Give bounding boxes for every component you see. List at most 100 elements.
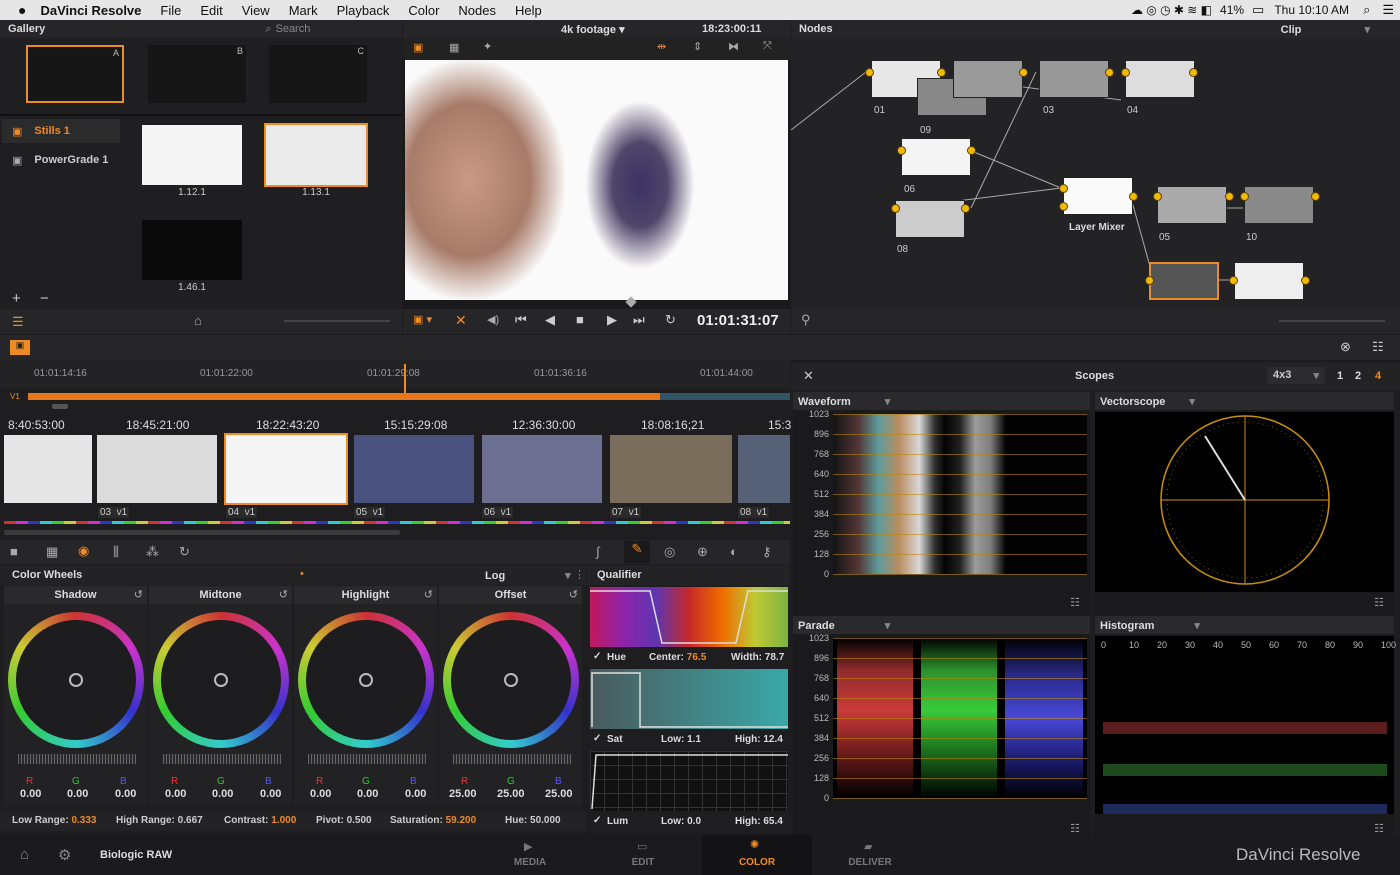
- color-match-icon[interactable]: ▦: [46, 544, 58, 560]
- tracker-icon[interactable]: ⊕: [697, 544, 708, 560]
- sat-low-value[interactable]: 1.1: [687, 734, 701, 745]
- pivot-value[interactable]: 0.500: [347, 815, 372, 826]
- still-slot-b[interactable]: B: [148, 45, 246, 103]
- spotlight-icon[interactable]: ⌕: [1363, 2, 1370, 18]
- blur-icon[interactable]: ◐: [730, 544, 738, 559]
- loop-button[interactable]: ↻: [665, 312, 676, 328]
- menu-mark[interactable]: Mark: [289, 3, 318, 18]
- highlight-g-value[interactable]: 0.00: [357, 788, 378, 800]
- scope-page-2[interactable]: 2: [1355, 370, 1361, 382]
- curves-icon[interactable]: ∫: [596, 544, 600, 559]
- shuffle-icon[interactable]: ✕: [455, 312, 467, 329]
- clip-thumb-4[interactable]: [354, 435, 474, 503]
- clip-thumb-5[interactable]: [482, 435, 602, 503]
- node-08[interactable]: [895, 200, 965, 238]
- stop-button[interactable]: ■: [576, 312, 584, 327]
- hue-value[interactable]: 50.000: [530, 815, 561, 826]
- clip-thumb-6[interactable]: [610, 435, 732, 503]
- viewer-layout-icon[interactable]: ▣: [413, 41, 423, 54]
- motion-effects-icon[interactable]: ⁂: [146, 544, 159, 560]
- scope-page-1[interactable]: 1: [1337, 370, 1343, 382]
- timeline-scroll[interactable]: [52, 404, 68, 409]
- album-powergrade-1[interactable]: ▣ PowerGrade 1: [2, 148, 120, 172]
- shadow-b-value[interactable]: 0.00: [115, 788, 136, 800]
- split-icon[interactable]: ⇹: [657, 40, 666, 53]
- still-thumb-3[interactable]: [142, 220, 242, 280]
- wheel-mode-dropdown[interactable]: Log ▾: [485, 569, 571, 582]
- menu-edit[interactable]: Edit: [200, 3, 222, 18]
- tab-color[interactable]: ✺ COLOR: [702, 835, 812, 875]
- wheel-shadow-slider[interactable]: [18, 754, 136, 764]
- lightbox-icon[interactable]: ☷: [1372, 339, 1384, 355]
- hue-center-value[interactable]: 76.5: [687, 652, 706, 663]
- qualifier-icon[interactable]: ✎: [624, 541, 650, 563]
- go-end-button[interactable]: ⏭: [633, 312, 645, 328]
- reset-offset-icon[interactable]: ↺: [569, 588, 578, 601]
- grab-still-icon[interactable]: ⌂: [194, 313, 202, 328]
- key-icon[interactable]: ⚷: [762, 544, 772, 560]
- tab-deliver[interactable]: ▰ DELIVER: [820, 835, 920, 875]
- list-view-icon[interactable]: ☰: [12, 314, 24, 330]
- clip-thumb-2[interactable]: [97, 435, 217, 503]
- album-stills-1[interactable]: ▣ Stills 1: [2, 119, 120, 143]
- add-album-button[interactable]: +: [12, 290, 21, 307]
- node-06[interactable]: [901, 138, 971, 176]
- clip-thumb-1[interactable]: [4, 435, 92, 503]
- thumb-size-slider[interactable]: [284, 320, 390, 322]
- midtone-g-value[interactable]: 0.00: [212, 788, 233, 800]
- step-back-button[interactable]: ◀: [545, 312, 555, 328]
- scope-page-4[interactable]: 4: [1375, 370, 1381, 382]
- fullscreen-icon[interactable]: ⤧: [763, 40, 772, 53]
- go-start-button[interactable]: ⏮: [515, 312, 527, 328]
- menu-help[interactable]: Help: [515, 3, 542, 18]
- wheel-midtone[interactable]: [153, 612, 289, 748]
- reset-shadow-icon[interactable]: ↺: [134, 588, 143, 601]
- high-range-value[interactable]: 0.667: [178, 815, 203, 826]
- menu-color[interactable]: Color: [408, 3, 439, 18]
- still-slot-a[interactable]: A: [26, 45, 124, 103]
- node-05[interactable]: [1157, 186, 1227, 224]
- node-04[interactable]: [1125, 60, 1195, 98]
- clip-name-dropdown[interactable]: 4k footage ▾: [561, 23, 625, 36]
- node-02[interactable]: [953, 60, 1023, 98]
- stills-view-icon[interactable]: ▣: [10, 340, 30, 355]
- notification-icon[interactable]: ☰: [1382, 2, 1394, 18]
- node-link-icon[interactable]: ⚲: [801, 312, 811, 328]
- wheel-midtone-slider[interactable]: [163, 754, 281, 764]
- gallery-search[interactable]: Search: [275, 23, 310, 35]
- wheel-shadow[interactable]: [8, 612, 144, 748]
- menu-playback[interactable]: Playback: [337, 3, 390, 18]
- offset-r-value[interactable]: 25.00: [449, 788, 477, 800]
- layer-mixer-node[interactable]: [1063, 177, 1133, 215]
- app-menu[interactable]: DaVinci Resolve: [40, 3, 141, 18]
- still-thumb-2[interactable]: [264, 123, 368, 187]
- waveform-dropdown[interactable]: Waveform ▾: [798, 395, 890, 408]
- vectorscope-options-icon[interactable]: ☷: [1374, 596, 1384, 609]
- hue-checkbox[interactable]: ✓: [593, 651, 601, 662]
- hue-width-value[interactable]: 78.7: [765, 652, 784, 663]
- clip-thumb-3[interactable]: [224, 433, 348, 505]
- midtone-r-value[interactable]: 0.00: [165, 788, 186, 800]
- highlight-r-value[interactable]: 0.00: [310, 788, 331, 800]
- contrast-value[interactable]: 1.000: [271, 815, 296, 826]
- menu-file[interactable]: File: [160, 3, 181, 18]
- settings-icon[interactable]: ⚙: [58, 846, 71, 864]
- parade-dropdown[interactable]: Parade ▾: [798, 619, 890, 632]
- still-thumb-1[interactable]: [142, 125, 242, 185]
- tab-media[interactable]: ▶ MEDIA: [480, 835, 580, 875]
- lum-low-value[interactable]: 0.0: [687, 816, 701, 827]
- curves-refresh-icon[interactable]: ↻: [179, 544, 190, 560]
- node-output[interactable]: [1234, 262, 1304, 300]
- audio-icon[interactable]: ◀): [487, 313, 499, 326]
- scope-layout-dropdown[interactable]: 4x3 ▾: [1267, 367, 1325, 384]
- magic-wand-icon[interactable]: ✦: [483, 40, 492, 53]
- highlight-b-value[interactable]: 0.00: [405, 788, 426, 800]
- remove-album-button[interactable]: −: [40, 290, 49, 307]
- reset-midtone-icon[interactable]: ↺: [279, 588, 288, 601]
- menu-view[interactable]: View: [242, 3, 270, 18]
- apple-icon[interactable]: ●: [18, 2, 26, 18]
- sat-high-value[interactable]: 12.4: [763, 734, 782, 745]
- parade-options-icon[interactable]: ☷: [1070, 822, 1080, 835]
- offset-b-value[interactable]: 25.00: [545, 788, 573, 800]
- lum-checkbox[interactable]: ✓: [593, 815, 601, 826]
